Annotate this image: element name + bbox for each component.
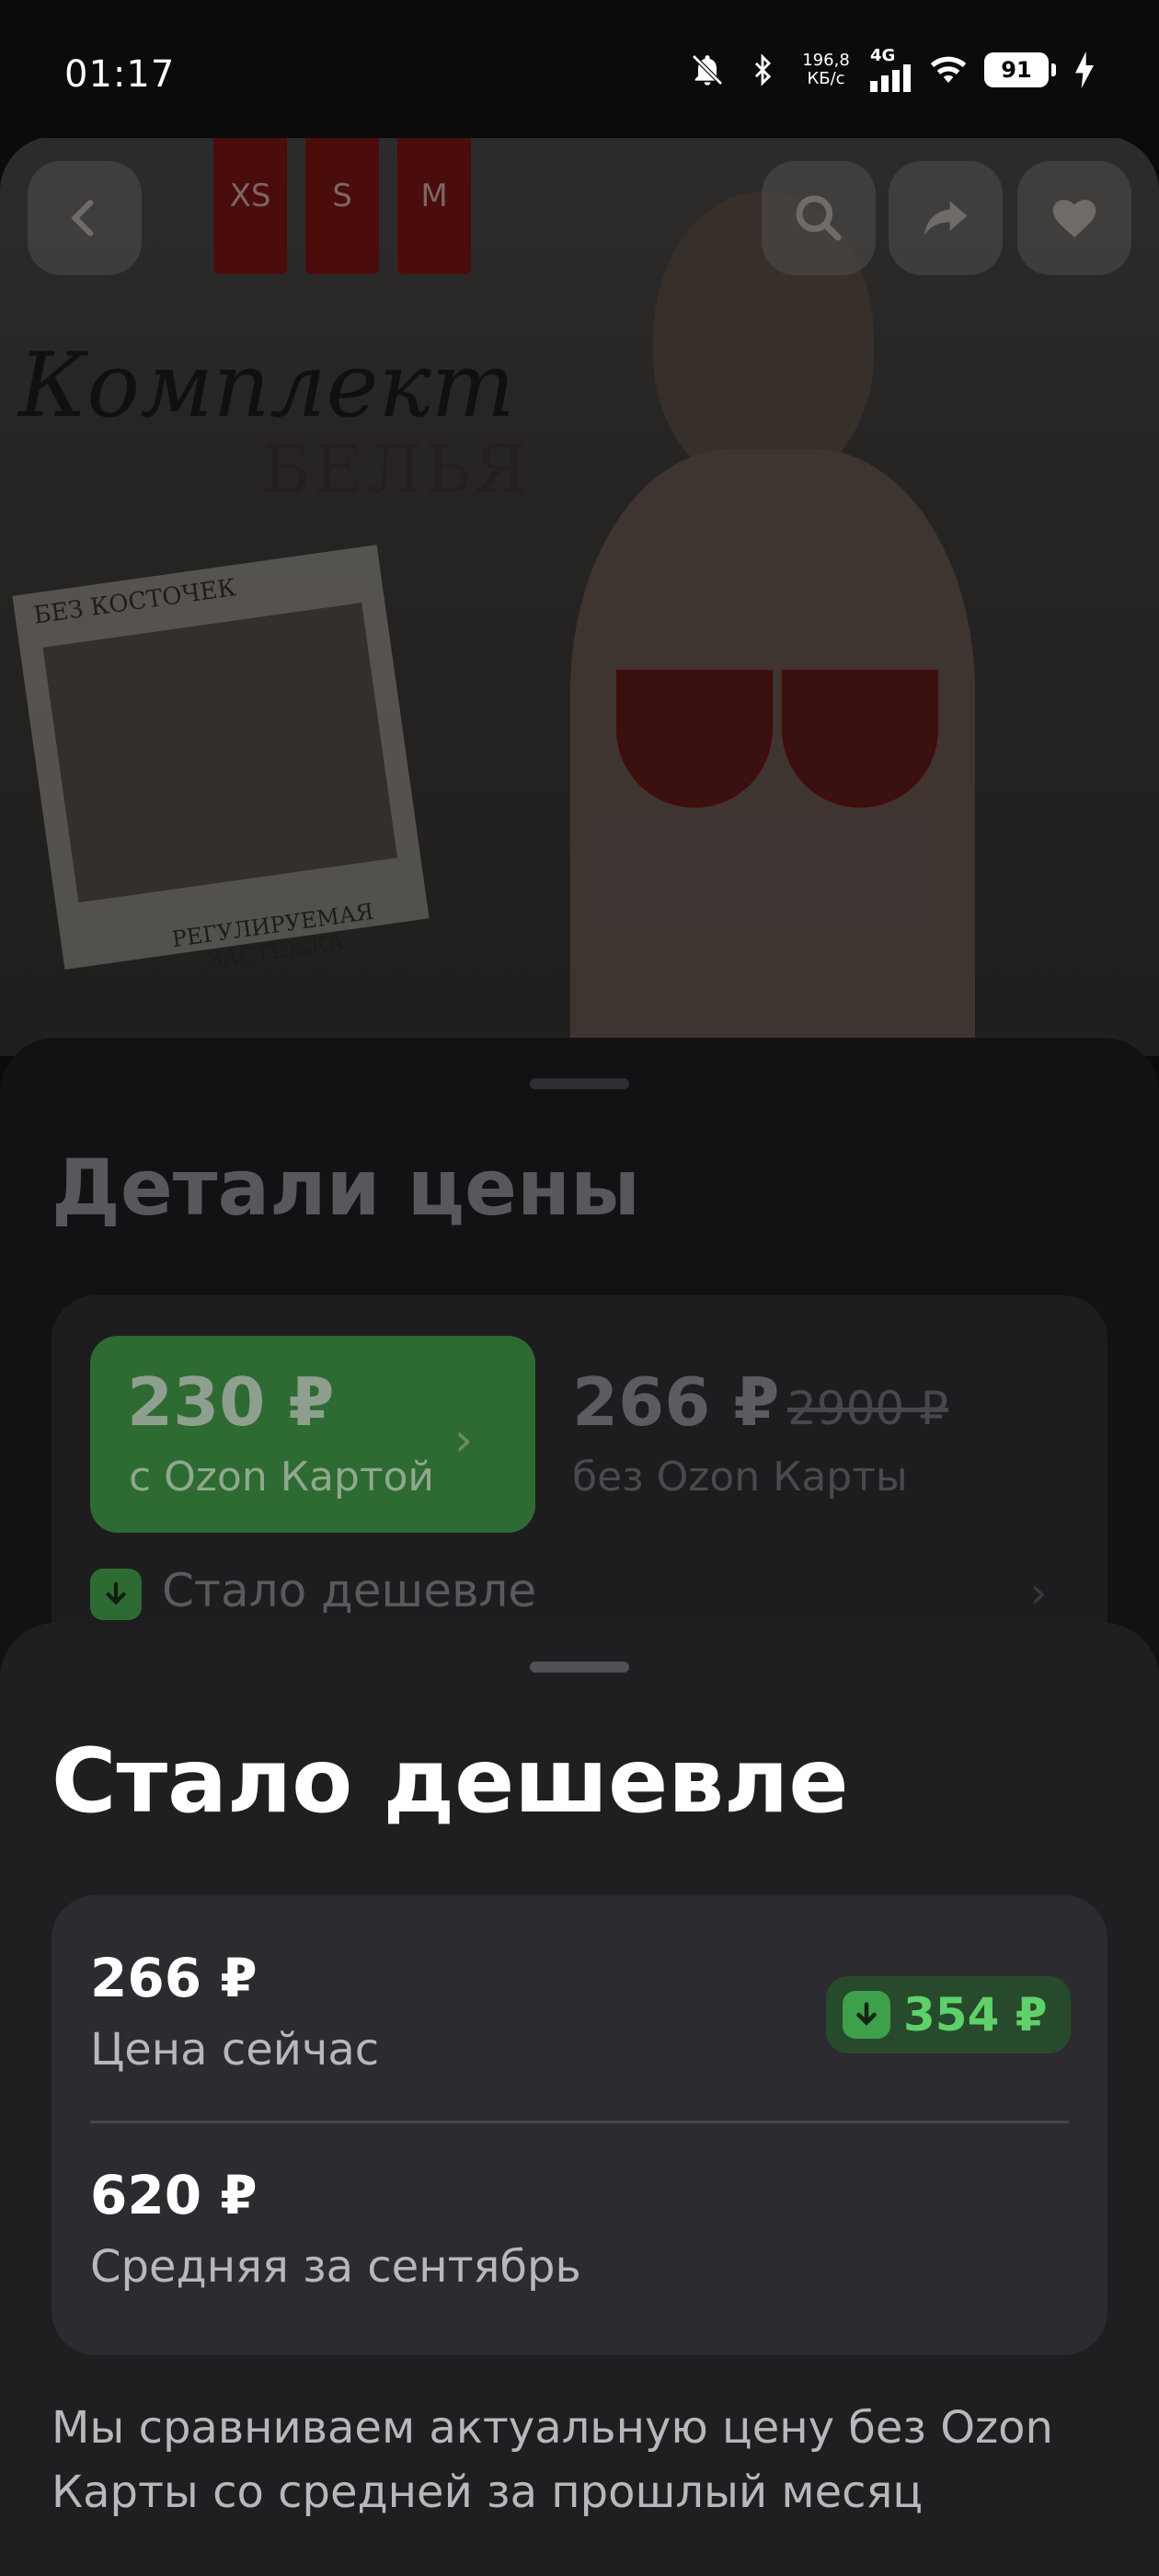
current-price-label: Цена сейчас — [90, 2024, 380, 2076]
price-details-title: Детали цены — [52, 1143, 641, 1233]
ozon-card-label: с Ozon Картой — [129, 1454, 434, 1501]
network-speed-unit: КБ/с — [807, 69, 845, 88]
price-down-icon — [90, 1569, 142, 1620]
average-price: 620 ₽ — [90, 2164, 258, 2226]
wifi-icon — [929, 51, 968, 89]
chevron-right-icon: › — [454, 1413, 473, 1466]
card-divider — [90, 2121, 1069, 2123]
search-button[interactable] — [762, 161, 876, 275]
ozon-card-price: 230 ₽ — [127, 1363, 335, 1441]
became-cheaper-row[interactable]: Стало дешевле — [162, 1564, 536, 1617]
regular-price: 266 ₽ — [572, 1363, 780, 1441]
charging-icon — [1065, 51, 1104, 89]
network-speed: 196,8 КБ/с — [798, 52, 854, 88]
sheet-title: Стало дешевле — [52, 1730, 849, 1833]
back-button[interactable] — [28, 161, 142, 275]
share-button[interactable] — [889, 161, 1003, 275]
arrow-down-icon — [843, 1991, 890, 2039]
comparison-footnote: Мы сравниваем актуальную цену без Ozon К… — [52, 2402, 1053, 2518]
favorite-button[interactable] — [1017, 161, 1131, 275]
status-time: 01:17 — [64, 53, 176, 96]
network-type: 4G — [870, 46, 896, 65]
price-sheet-handle[interactable] — [530, 1078, 629, 1089]
network-speed-value: 196,8 — [802, 51, 850, 70]
product-image: XS S M Комплект БЕЛЬЯ БЕЗ КОСТОЧЕК РЕГУЛ… — [0, 136, 1159, 1056]
price-drop-amount: 354 ₽ — [903, 1988, 1048, 2041]
dim-overlay — [0, 136, 1159, 1056]
bell-muted-icon — [688, 51, 727, 89]
chevron-right-icon: › — [1030, 1568, 1048, 1617]
bluetooth-icon — [743, 51, 782, 89]
average-price-label: Средняя за сентябрь — [90, 2241, 581, 2293]
search-icon — [796, 195, 842, 241]
old-price: 2900 ₽ — [787, 1382, 948, 1435]
heart-icon — [1052, 200, 1096, 237]
chevron-left-icon — [71, 200, 94, 236]
price-drop-badge: 354 ₽ — [826, 1976, 1071, 2053]
share-icon — [924, 201, 968, 236]
status-icons: 196,8 КБ/с 4G 91 — [688, 48, 1104, 92]
sheet-drag-handle[interactable] — [530, 1662, 629, 1673]
battery-indicator: 91 — [984, 52, 1056, 87]
regular-price-label: без Ozon Карты — [572, 1454, 908, 1501]
current-price: 266 ₽ — [90, 1947, 258, 2009]
status-bar: 01:17 196,8 КБ/с 4G 91 — [0, 0, 1159, 138]
signal-bars-icon — [870, 64, 911, 92]
cellular-signal: 4G — [870, 48, 912, 92]
